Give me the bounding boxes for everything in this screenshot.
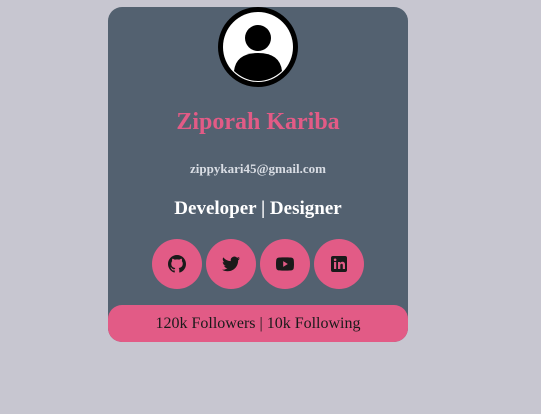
profile-card: Ziporah Kariba zippykari45@gmail.com Dev… bbox=[108, 7, 408, 342]
youtube-button[interactable] bbox=[260, 239, 310, 289]
github-button[interactable] bbox=[152, 239, 202, 289]
linkedin-button[interactable] bbox=[314, 239, 364, 289]
linkedin-icon bbox=[331, 256, 347, 272]
twitter-button[interactable] bbox=[206, 239, 256, 289]
youtube-icon bbox=[276, 257, 294, 271]
twitter-icon bbox=[222, 256, 240, 272]
social-links bbox=[152, 239, 364, 289]
profile-name: Ziporah Kariba bbox=[176, 109, 340, 135]
follow-stats: 120k Followers | 10k Following bbox=[108, 305, 408, 342]
github-icon bbox=[168, 255, 186, 273]
profile-role: Developer | Designer bbox=[174, 198, 342, 219]
profile-email: zippykari45@gmail.com bbox=[190, 161, 326, 176]
user-icon bbox=[223, 12, 293, 82]
avatar bbox=[218, 7, 298, 87]
